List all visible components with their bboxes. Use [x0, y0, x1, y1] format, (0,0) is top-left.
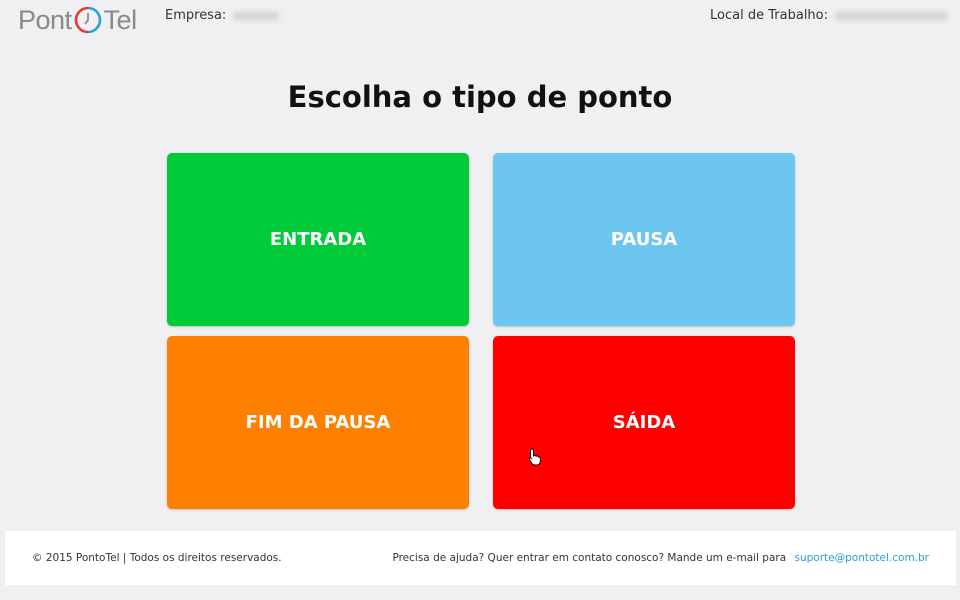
- support-email-link[interactable]: suporte@pontotel.com.br: [795, 552, 929, 564]
- logo-text-left: Pont: [18, 4, 72, 35]
- logo-text-right: Tel: [103, 4, 138, 35]
- fim-da-pausa-button[interactable]: FIM DA PAUSA: [167, 336, 469, 509]
- company-value-redacted: [232, 10, 281, 21]
- pontotel-logo[interactable]: Pont Tel: [18, 2, 137, 38]
- clock-icon: [73, 5, 103, 35]
- header: Pont Tel Empresa: Local de Trabalho:: [0, 0, 960, 40]
- workplace-info: Local de Trabalho:: [710, 8, 948, 23]
- entrada-button[interactable]: ENTRADA: [167, 153, 469, 326]
- workplace-value-redacted: [834, 10, 948, 21]
- pausa-button[interactable]: PAUSA: [493, 153, 795, 326]
- hand-cursor-icon: [528, 448, 541, 466]
- help-message: Precisa de ajuda? Quer entrar em contato…: [392, 552, 787, 564]
- fim-da-pausa-button-label: FIM DA PAUSA: [245, 412, 391, 433]
- help-text: Precisa de ajuda? Quer entrar em contato…: [392, 552, 929, 564]
- entrada-button-label: ENTRADA: [269, 229, 367, 250]
- copyright-text: © 2015 PontoTel | Todos os direitos rese…: [32, 552, 282, 564]
- company-label: Empresa:: [165, 8, 227, 23]
- saida-button[interactable]: SÁIDA: [493, 336, 795, 509]
- saida-button-label: SÁIDA: [612, 412, 676, 433]
- pausa-button-label: PAUSA: [610, 229, 678, 250]
- page-title: Escolha o tipo de ponto: [287, 80, 673, 114]
- company-info: Empresa:: [165, 8, 281, 23]
- workplace-label: Local de Trabalho:: [710, 8, 828, 23]
- footer: © 2015 PontoTel | Todos os direitos rese…: [5, 531, 956, 585]
